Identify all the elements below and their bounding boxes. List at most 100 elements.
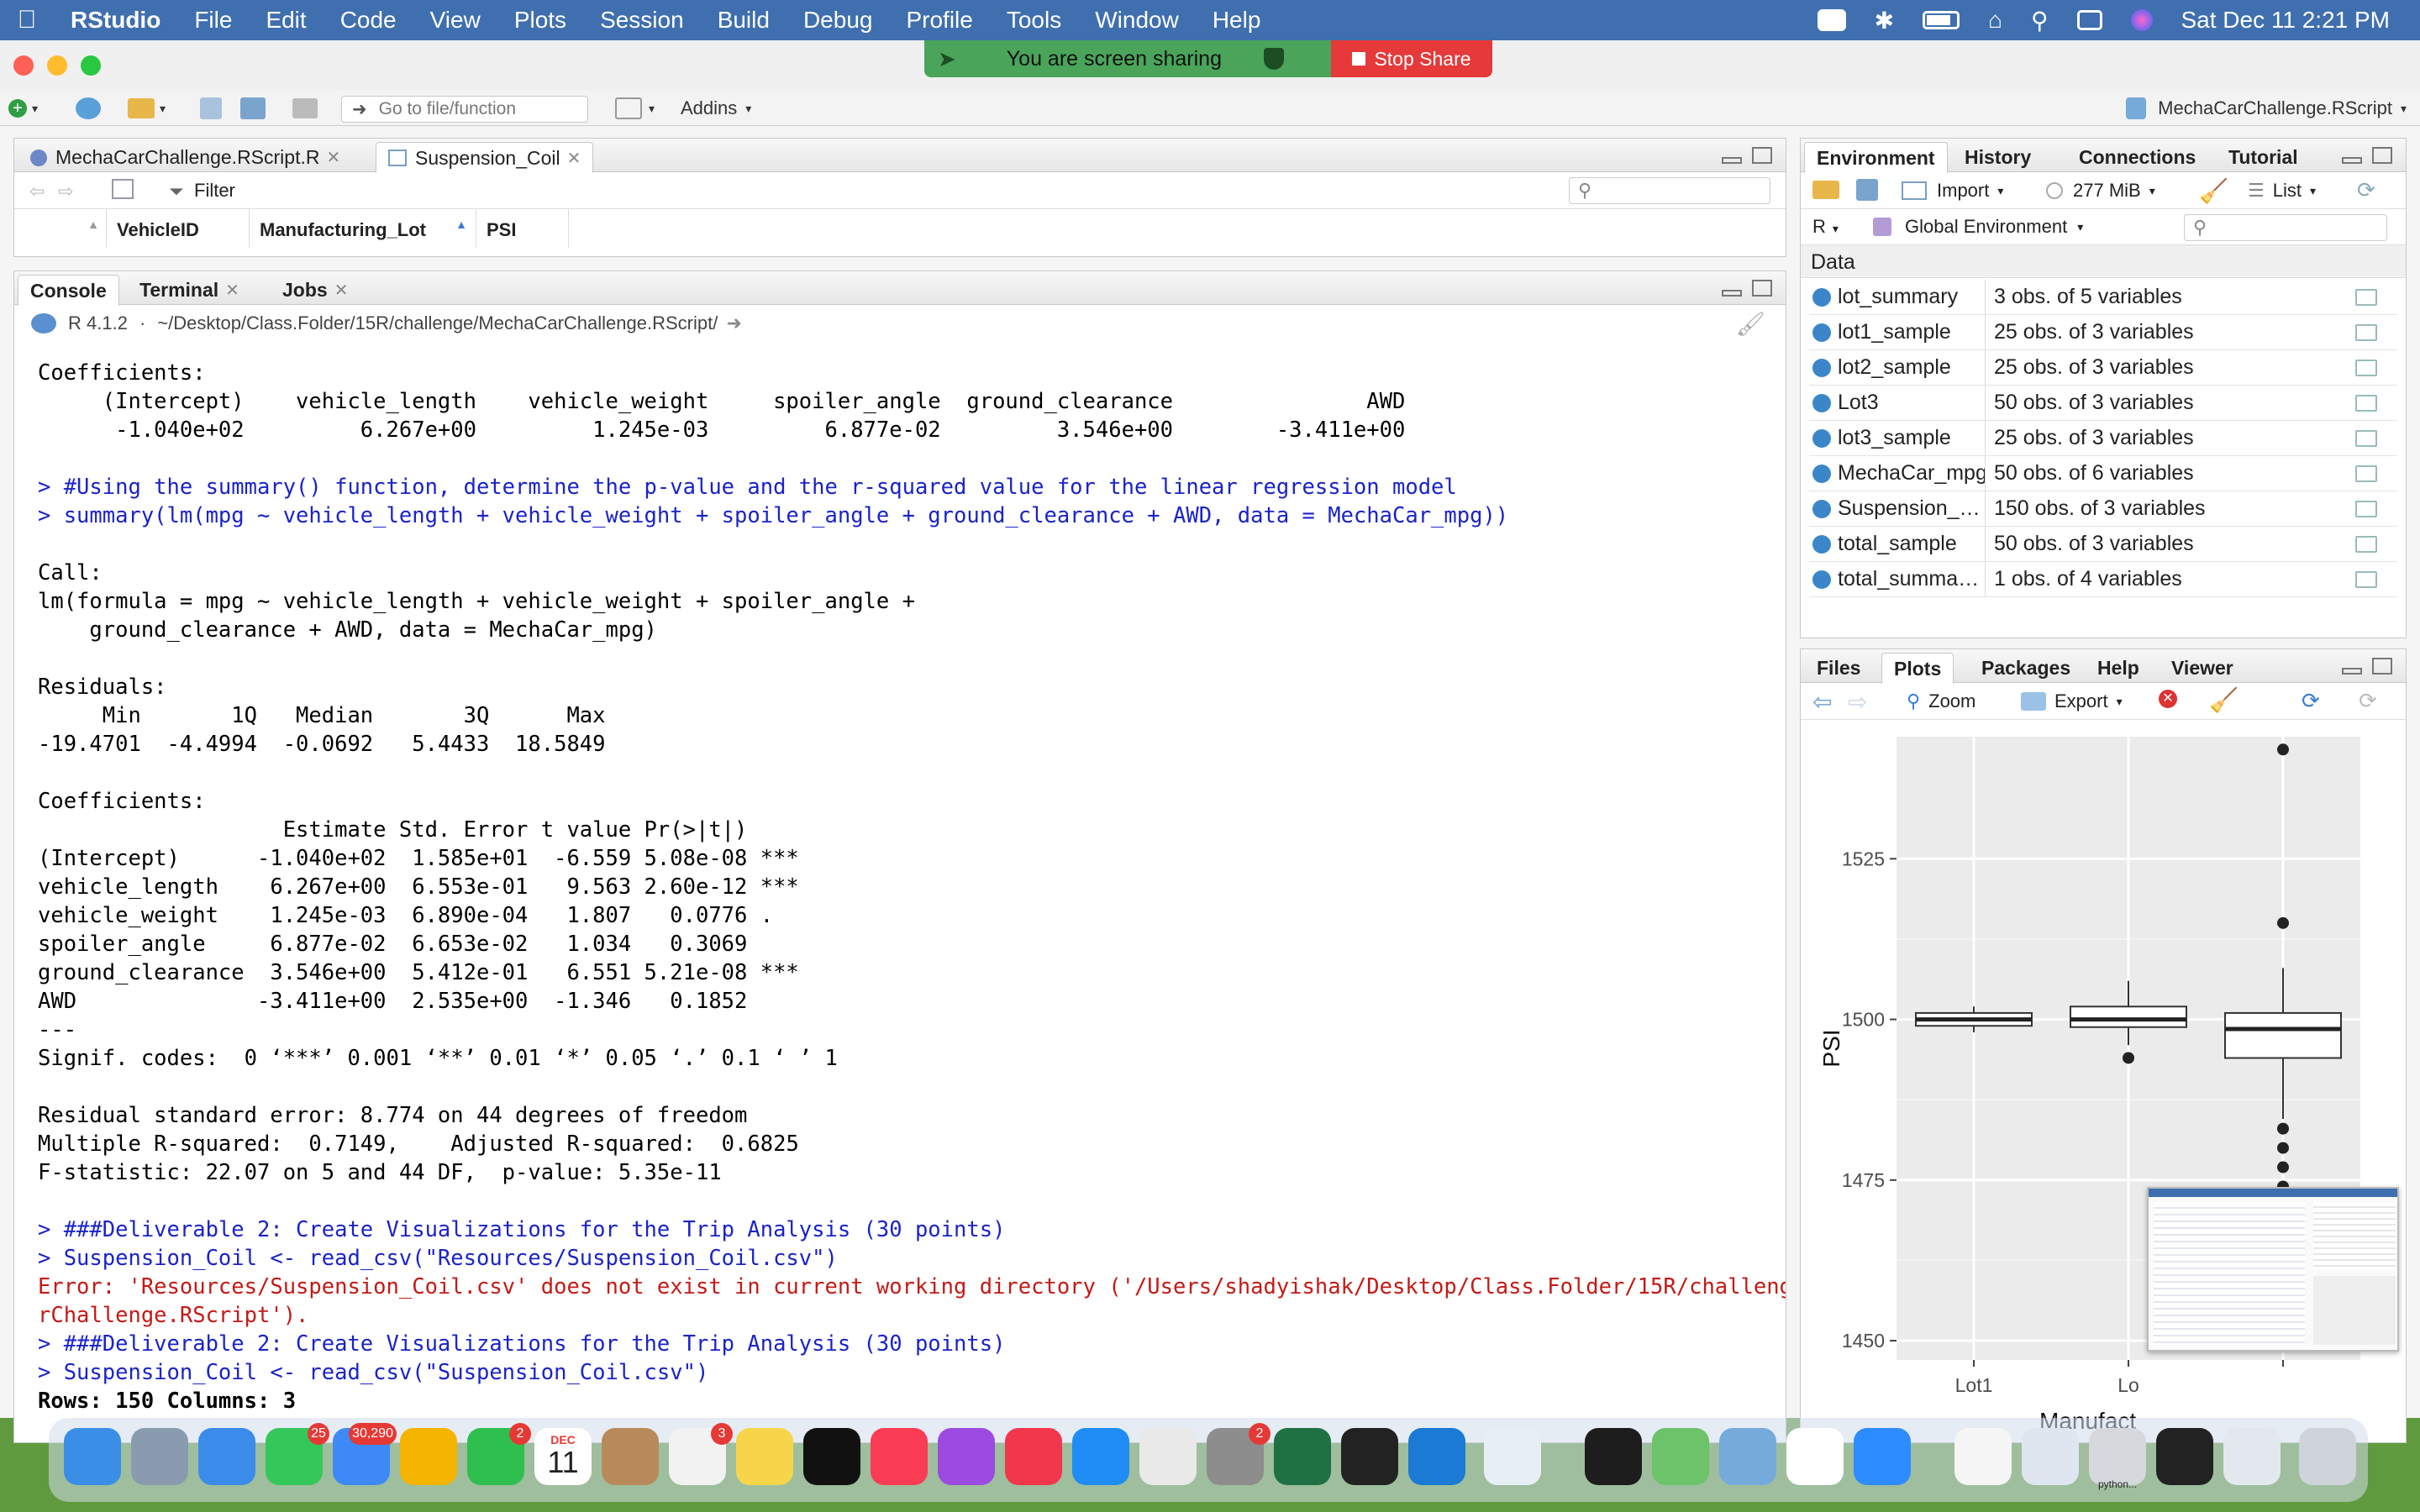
document-icon[interactable] bbox=[1954, 1428, 2012, 1485]
terminal-icon[interactable] bbox=[1341, 1428, 1398, 1485]
environment-row[interactable]: total_summa… 1 obs. of 4 variables bbox=[1809, 561, 2397, 597]
facetime-icon[interactable]: 2 bbox=[467, 1423, 531, 1485]
view-table-icon[interactable] bbox=[2355, 323, 2377, 341]
plots-pane-minmax[interactable] bbox=[2342, 658, 2392, 675]
environment-row[interactable]: lot1_sample 25 obs. of 3 variables bbox=[1809, 314, 2397, 350]
activity-monitor-icon[interactable] bbox=[1585, 1428, 1642, 1485]
tab-history[interactable]: History bbox=[1952, 142, 2044, 172]
menu-file[interactable]: File bbox=[177, 7, 249, 34]
expand-arrow-icon[interactable] bbox=[1812, 464, 1831, 483]
siri-icon[interactable] bbox=[2130, 9, 2153, 31]
expand-arrow-icon[interactable] bbox=[1812, 358, 1831, 377]
source-pane-minmax[interactable] bbox=[1722, 147, 1772, 164]
publish-icon[interactable]: ⟳ bbox=[2302, 688, 2320, 714]
expand-arrow-icon[interactable] bbox=[1812, 323, 1831, 342]
tab-rscript[interactable]: MechaCarChallenge.RScript.R ✕ bbox=[18, 142, 353, 172]
refresh-plot-icon[interactable]: ⟳ bbox=[2359, 688, 2377, 714]
view-table-icon[interactable] bbox=[2355, 570, 2377, 588]
environment-row[interactable]: MechaCar_mpg 50 obs. of 6 variables bbox=[1809, 455, 2397, 491]
zoom-app-icon[interactable] bbox=[1854, 1428, 1911, 1485]
close-tab-icon[interactable]: ✕ bbox=[567, 148, 581, 169]
view-table-icon[interactable] bbox=[2355, 359, 2377, 376]
menubar-clock[interactable]: Sat Dec 11 2:21 PM bbox=[2181, 7, 2391, 34]
save-workspace-icon[interactable] bbox=[1856, 179, 1878, 201]
close-tab-icon[interactable]: ✕ bbox=[225, 280, 239, 301]
music-icon[interactable] bbox=[871, 1428, 928, 1485]
clear-plots-icon[interactable]: 🧹 bbox=[2209, 686, 2238, 714]
tab-environment[interactable]: Environment bbox=[1804, 142, 1948, 173]
contacts-icon[interactable] bbox=[602, 1428, 659, 1485]
goto-directory-icon[interactable]: ➜ bbox=[726, 312, 741, 334]
new-project-icon[interactable] bbox=[76, 96, 101, 121]
filter-button[interactable]: Filter bbox=[194, 180, 235, 202]
slack-icon[interactable] bbox=[1786, 1428, 1844, 1485]
excel-icon[interactable] bbox=[1274, 1428, 1331, 1485]
tab-console[interactable]: Console bbox=[18, 275, 119, 306]
apple-icon[interactable]:  bbox=[0, 0, 54, 40]
project-menu[interactable]: MechaCarChallenge.RScript ▾ bbox=[2126, 96, 2407, 121]
control-center-icon[interactable] bbox=[2076, 10, 2102, 30]
expand-arrow-icon[interactable] bbox=[1812, 287, 1831, 307]
tab-help[interactable]: Help bbox=[2085, 653, 2152, 683]
launchpad-icon[interactable] bbox=[131, 1428, 188, 1485]
tab-plots[interactable]: Plots bbox=[1881, 653, 1954, 684]
system-preferences-icon[interactable]: 2 bbox=[1207, 1423, 1270, 1485]
next-plot-icon[interactable]: ⇨ bbox=[1848, 688, 1867, 716]
memory-usage[interactable]: 277 MiB ▾ bbox=[2046, 180, 2155, 202]
photos-icon[interactable] bbox=[400, 1428, 457, 1485]
tab-tutorial[interactable]: Tutorial bbox=[2216, 142, 2311, 172]
messages-icon[interactable]: 25 bbox=[266, 1423, 329, 1485]
environment-row[interactable]: lot3_sample 25 obs. of 3 variables bbox=[1809, 420, 2397, 456]
go-to-file-input[interactable]: ➜ Go to file/function bbox=[341, 96, 588, 123]
safari-icon[interactable] bbox=[198, 1428, 255, 1485]
view-table-icon[interactable] bbox=[2355, 535, 2377, 553]
menu-build[interactable]: Build bbox=[701, 7, 786, 34]
expand-arrow-icon[interactable] bbox=[1812, 428, 1831, 448]
expand-arrow-icon[interactable] bbox=[1812, 499, 1831, 518]
language-select[interactable]: R ▾ bbox=[1812, 216, 1839, 238]
tab-terminal[interactable]: Terminal ✕ bbox=[127, 275, 252, 305]
console-output[interactable]: Coefficients: (Intercept) vehicle_length… bbox=[38, 359, 1786, 1415]
menu-session[interactable]: Session bbox=[583, 7, 701, 34]
view-table-icon[interactable] bbox=[2355, 394, 2377, 412]
stop-share-button[interactable]: Stop Share bbox=[1331, 40, 1492, 77]
environment-row[interactable]: lot_summary 3 obs. of 5 variables bbox=[1809, 279, 2397, 315]
window-thumb-icon[interactable] bbox=[2022, 1428, 2079, 1485]
viewer-search-input[interactable]: ⚲ bbox=[1569, 177, 1770, 204]
vscode-icon[interactable] bbox=[1408, 1428, 1465, 1485]
menu-window[interactable]: Window bbox=[1078, 7, 1196, 34]
close-tab-icon[interactable]: ✕ bbox=[334, 280, 349, 301]
mail-icon[interactable]: 30,290 bbox=[333, 1423, 397, 1485]
export-button[interactable]: Export ▾ bbox=[2021, 690, 2123, 712]
view-table-icon[interactable] bbox=[2355, 465, 2377, 482]
clear-workspace-icon[interactable]: 🧹 bbox=[2199, 177, 2228, 205]
zoom-status-icon[interactable] bbox=[1817, 9, 1846, 31]
maximize-window-button[interactable] bbox=[81, 55, 101, 76]
workspace-panes-icon[interactable]: ▾ bbox=[615, 96, 655, 121]
window-screen-icon[interactable] bbox=[2223, 1428, 2281, 1485]
bluetooth-icon[interactable]: ✱ bbox=[1875, 7, 1894, 34]
clear-console-icon[interactable]: 🖌 bbox=[1735, 310, 1765, 338]
tab-connections[interactable]: Connections bbox=[2066, 142, 2208, 172]
expand-arrow-icon[interactable] bbox=[1812, 534, 1831, 554]
battery-icon[interactable] bbox=[1923, 11, 1960, 29]
news-icon[interactable] bbox=[1005, 1428, 1062, 1485]
menu-debug[interactable]: Debug bbox=[786, 7, 890, 34]
tab-jobs[interactable]: Jobs ✕ bbox=[270, 275, 360, 305]
menu-tools[interactable]: Tools bbox=[990, 7, 1078, 34]
reminders-icon[interactable]: 3 bbox=[669, 1423, 733, 1485]
menu-plots[interactable]: Plots bbox=[497, 7, 583, 34]
tab-files[interactable]: Files bbox=[1804, 653, 1873, 683]
screen-share-thumbnail[interactable] bbox=[2147, 1187, 2399, 1352]
import-dataset-button[interactable]: Import ▾ bbox=[1902, 180, 2003, 202]
trash-icon[interactable] bbox=[2299, 1428, 2356, 1485]
load-workspace-icon[interactable] bbox=[1812, 181, 1839, 199]
print-icon[interactable] bbox=[292, 96, 318, 121]
expand-arrow-icon[interactable] bbox=[1812, 570, 1831, 589]
minimize-window-button[interactable] bbox=[47, 55, 67, 76]
notes-icon[interactable] bbox=[736, 1428, 793, 1485]
env-pane-minmax[interactable] bbox=[2342, 147, 2392, 164]
column-header-psi[interactable]: PSI bbox=[476, 209, 569, 248]
refresh-icon[interactable]: ⟳ bbox=[2357, 177, 2375, 203]
forward-arrow-icon[interactable]: ⇨ bbox=[58, 181, 73, 202]
